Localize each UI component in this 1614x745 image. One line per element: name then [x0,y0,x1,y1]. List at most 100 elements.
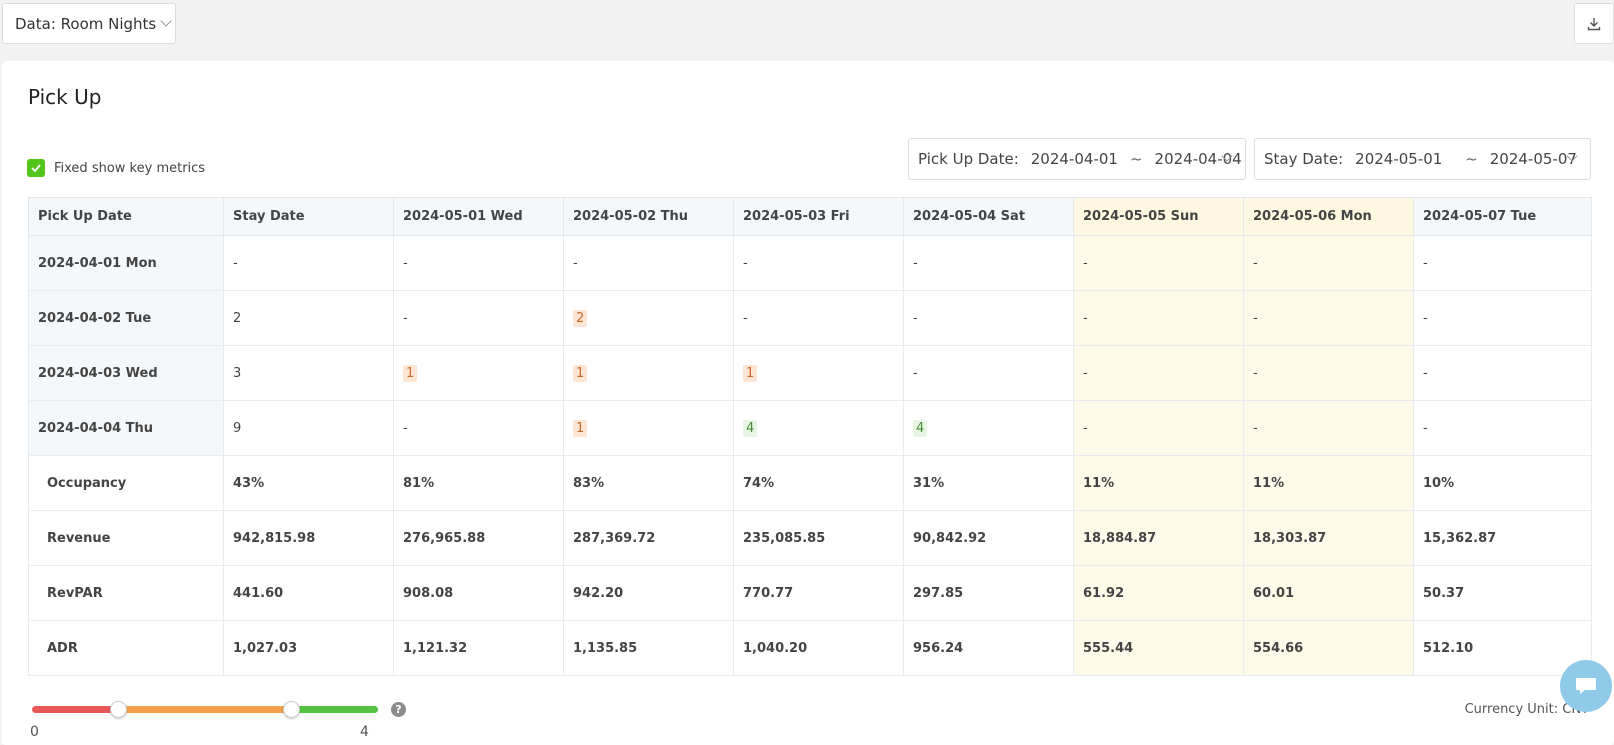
table-cell: - [733,235,904,291]
pickup-badge: 4 [913,419,928,437]
stay-date-range[interactable]: Stay Date: 2024-05-01 ~ 2024-05-07 [1254,138,1591,180]
metric-cell: 908.08 [393,565,564,621]
table-cell: - [223,235,394,291]
pick-up-date-range[interactable]: Pick Up Date: 2024-04-01 ~ 2024-04-04 [908,138,1246,180]
pick-up-start-date[interactable]: 2024-04-01 [1031,150,1118,168]
pickup-threshold-slider[interactable]: 0 4 ? [30,697,406,740]
slider-min-label: 0 [30,724,39,740]
table-cell: 3 [223,345,394,401]
pickup-badge: 4 [743,419,758,437]
chat-bubble-icon [1576,678,1596,694]
download-button[interactable] [1574,3,1614,44]
table-row: 2024-04-04 Thu 9 - 1 4 4 - - - [28,400,1592,456]
table-cell: 1 [563,345,734,401]
table-cell: - [1073,235,1244,291]
slider-max-label: 4 [360,724,369,740]
check-icon [27,159,45,177]
column-header: 2024-05-04 Sat [903,197,1074,236]
metric-cell: 554.66 [1243,620,1414,676]
pickup-badge: 1 [573,419,588,437]
pickup-date-cell: 2024-04-03 Wed [28,345,224,401]
slider-thumb-low[interactable] [110,701,127,718]
pickup-card: Pick Up Fixed show key metrics Pick Up D… [2,61,1614,745]
top-bar: Data: Room Nights [0,0,1614,60]
table-cell: - [1073,345,1244,401]
table-cell: - [1243,400,1414,456]
pickup-date-cell: 2024-04-02 Tue [28,290,224,346]
table-cell: - [903,235,1074,291]
metric-cell: 61.92 [1073,565,1244,621]
pickup-date-cell: 2024-04-04 Thu [28,400,224,456]
column-header: 2024-05-01 Wed [393,197,564,236]
column-header: Stay Date [223,197,394,236]
table-row: 2024-04-03 Wed 3 1 1 1 - - - - [28,345,1592,401]
table-row: 2024-04-01 Mon - - - - - - - - [28,235,1592,291]
pick-up-date-label: Pick Up Date: [918,150,1019,168]
table-row: 2024-04-02 Tue 2 - 2 - - - - - [28,290,1592,346]
metric-cell: 18,884.87 [1073,510,1244,566]
stay-end-date[interactable]: 2024-05-07 [1490,150,1577,168]
column-header: 2024-05-02 Thu [563,197,734,236]
metric-cell: 11% [1243,455,1414,511]
range-separator: ~ [1465,150,1478,168]
metric-cell: 770.77 [733,565,904,621]
table-cell: - [393,235,564,291]
metric-cell: 11% [1073,455,1244,511]
metric-cell: 287,369.72 [563,510,734,566]
range-separator: ~ [1129,150,1143,168]
stay-start-date[interactable]: 2024-05-01 [1355,150,1453,168]
table-cell: - [1243,290,1414,346]
column-header: 2024-05-07 Tue [1413,197,1592,236]
table-cell: - [903,345,1074,401]
table-cell: 1 [563,400,734,456]
stay-date-label: Stay Date: [1264,150,1344,168]
metric-cell: 297.85 [903,565,1074,621]
metric-cell: 43% [223,455,394,511]
metric-row: RevPAR 441.60 908.08 942.20 770.77 297.8… [28,565,1592,621]
metric-cell: 81% [393,455,564,511]
table-cell: - [1243,235,1414,291]
metric-cell: 441.60 [223,565,394,621]
table-cell: - [1243,345,1414,401]
pickup-badge: 2 [573,309,588,327]
metric-name: Occupancy [28,455,224,511]
download-icon [1587,17,1601,30]
table-cell: - [903,290,1074,346]
metric-name: RevPAR [28,565,224,621]
fixed-metrics-label: Fixed show key metrics [54,160,206,176]
pickup-table: Pick Up Date Stay Date 2024-05-01 Wed 20… [28,197,1592,676]
table-cell: - [1073,290,1244,346]
fixed-metrics-checkbox[interactable]: Fixed show key metrics [27,159,205,177]
chevron-down-icon [160,15,172,27]
table-cell: 2 [223,290,394,346]
metric-cell: 15,362.87 [1413,510,1592,566]
metric-cell: 555.44 [1073,620,1244,676]
metric-cell: 1,027.03 [223,620,394,676]
slider-track-mid [118,706,288,713]
metric-cell: 942,815.98 [223,510,394,566]
table-cell: - [563,235,734,291]
slider-thumb-high[interactable] [283,701,300,718]
help-icon[interactable]: ? [391,702,406,717]
metric-name: ADR [28,620,224,676]
data-type-select[interactable]: Data: Room Nights [2,3,176,44]
table-cell: - [733,290,904,346]
metric-cell: 90,842.92 [903,510,1074,566]
column-header: 2024-05-05 Sun [1073,197,1244,236]
chat-button[interactable] [1560,660,1612,712]
column-header: 2024-05-03 Fri [733,197,904,236]
metric-cell: 18,303.87 [1243,510,1414,566]
table-cell: - [1413,235,1592,291]
table-cell: - [393,400,564,456]
column-header: Pick Up Date [28,197,224,236]
metric-row: Revenue 942,815.98 276,965.88 287,369.72… [28,510,1592,566]
table-cell: 2 [563,290,734,346]
table-cell: 9 [223,400,394,456]
table-cell: - [393,290,564,346]
table-cell: 1 [733,345,904,401]
metric-cell: 276,965.88 [393,510,564,566]
pickup-badge: 1 [573,364,588,382]
metric-cell: 83% [563,455,734,511]
metric-row: Occupancy 43% 81% 83% 74% 31% 11% 11% 10… [28,455,1592,511]
metric-cell: 10% [1413,455,1592,511]
